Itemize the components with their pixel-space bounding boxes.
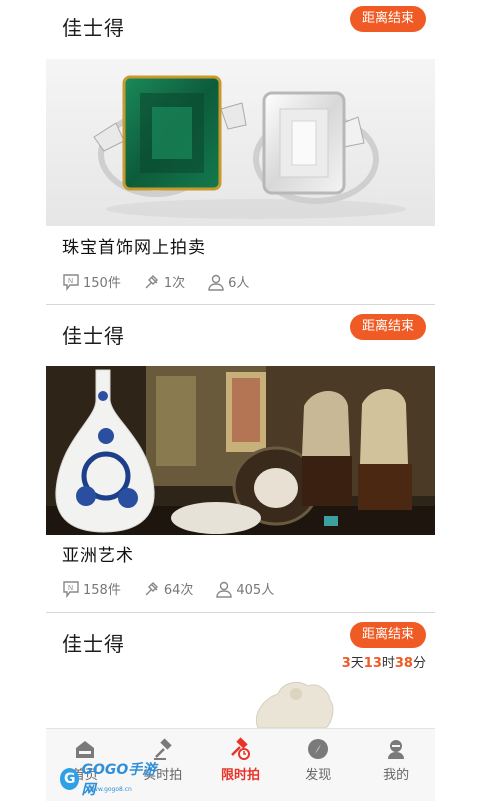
bid-count: 1次 xyxy=(143,272,185,291)
watermark-badge: G xyxy=(60,768,80,790)
lot-count-value: 158件 xyxy=(83,583,121,598)
time-remaining-badge: 距离结束 xyxy=(349,622,426,648)
auction-cover-image[interactable] xyxy=(46,366,435,535)
tab-label: 发现 xyxy=(305,768,332,783)
tab-me[interactable]: 我的 xyxy=(357,729,435,801)
gavel-icon xyxy=(145,274,158,288)
user-icon xyxy=(388,740,405,759)
auction-cover-image[interactable] xyxy=(46,674,435,728)
gogo-watermark-logo: G GOGO手游网 www.gogo8.cn xyxy=(60,762,160,798)
lot-count-value: 150件 xyxy=(83,276,121,291)
tab-discover[interactable]: 发现 xyxy=(279,729,357,801)
countdown-minutes-unit: 分 xyxy=(412,656,426,671)
svg-text:N: N xyxy=(68,585,73,592)
compass-icon xyxy=(308,739,329,759)
lot-count: N 158件 xyxy=(62,579,121,598)
countdown-timer: 3天13时38分 xyxy=(342,652,426,671)
card-divider xyxy=(46,612,435,613)
lots-icon: N xyxy=(63,580,79,598)
auction-title: 亚洲艺术 xyxy=(62,546,134,566)
time-remaining-badge: 距离结束 xyxy=(349,314,426,340)
auction-cover-image[interactable] xyxy=(46,59,435,226)
countdown-hours: 13 xyxy=(363,656,382,671)
auction-house-name: 佳士得 xyxy=(62,632,125,656)
auction-house-name: 佳士得 xyxy=(62,16,125,40)
gavel-icon xyxy=(145,581,158,595)
auction-title: 珠宝首饰网上拍卖 xyxy=(62,238,206,258)
bid-count-value: 64次 xyxy=(163,583,194,598)
tab-label: 我的 xyxy=(383,768,410,783)
lot-count: N 150件 xyxy=(62,272,121,291)
tab-label: 限时拍 xyxy=(220,768,260,783)
countdown-days: 3 xyxy=(341,656,351,671)
tab-timed-auction[interactable]: 限时拍 xyxy=(202,729,280,801)
person-icon xyxy=(216,581,233,598)
countdown-hours-unit: 时 xyxy=(381,656,395,671)
countdown-minutes: 38 xyxy=(394,656,413,671)
watermark-url: www.gogo8.cn xyxy=(88,786,132,793)
countdown-days-unit: 天 xyxy=(350,656,364,671)
gavel-icon xyxy=(153,738,172,760)
jade-carving-photo xyxy=(46,674,435,728)
auction-stats: N 158件 64次 405人 xyxy=(62,579,296,598)
auction-stats: N 150件 1次 6人 xyxy=(62,272,271,291)
watermark-text: GOGO手游网 xyxy=(81,762,157,798)
timed-auction-icon xyxy=(231,737,251,760)
card-divider xyxy=(46,304,435,305)
participant-count: 6人 xyxy=(207,272,249,291)
participant-count-value: 405人 xyxy=(236,583,275,598)
rings-photo xyxy=(46,59,435,226)
lots-icon: N xyxy=(63,273,79,291)
auction-house-name: 佳士得 xyxy=(62,324,125,348)
person-icon xyxy=(208,274,224,291)
time-remaining-badge: 距离结束 xyxy=(349,6,426,32)
auction-card[interactable]: 佳士得 距离结束 xyxy=(0,0,480,306)
bid-count: 64次 xyxy=(143,579,194,598)
bid-count-value: 1次 xyxy=(163,276,186,291)
home-icon xyxy=(75,741,94,758)
asian-art-photo xyxy=(46,366,435,535)
svg-text:N: N xyxy=(68,278,73,285)
participant-count: 405人 xyxy=(215,579,274,598)
participant-count-value: 6人 xyxy=(228,276,250,291)
auction-feed[interactable]: 佳士得 距离结束 珠宝首饰网上拍卖 N 150件 1次 6人 佳士得 距离结束 … xyxy=(0,0,480,800)
auction-card[interactable]: 佳士得 距离结束 xyxy=(0,306,480,613)
